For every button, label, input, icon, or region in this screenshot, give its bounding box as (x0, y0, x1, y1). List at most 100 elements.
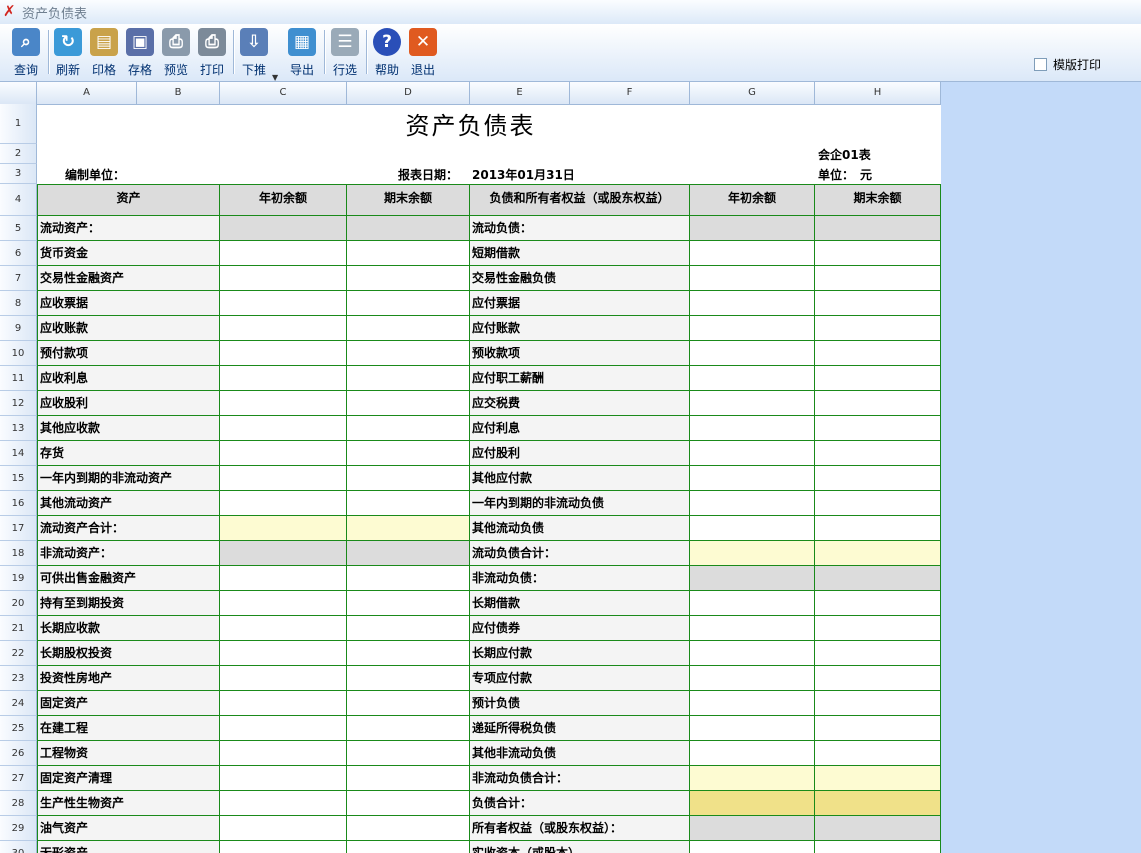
asset-item-cell[interactable]: 应收利息 (37, 366, 220, 391)
asset-opening-balance-cell[interactable] (220, 466, 347, 491)
row-header[interactable]: 4 (0, 184, 37, 216)
liability-opening-balance-cell[interactable] (690, 416, 815, 441)
liability-closing-balance-cell[interactable] (815, 741, 941, 766)
asset-item-cell[interactable]: 应收票据 (37, 291, 220, 316)
asset-opening-balance-cell[interactable] (220, 516, 347, 541)
liability-item-cell[interactable]: 其他非流动负债 (470, 741, 690, 766)
asset-closing-balance-cell[interactable] (347, 691, 470, 716)
asset-closing-balance-cell[interactable] (347, 216, 470, 241)
liability-closing-balance-cell[interactable] (815, 841, 941, 853)
liability-closing-balance-cell[interactable] (815, 316, 941, 341)
row-header[interactable]: 30 (0, 841, 37, 853)
liability-opening-balance-cell[interactable] (690, 241, 815, 266)
asset-opening-balance-cell[interactable] (220, 341, 347, 366)
liability-item-cell[interactable]: 其他应付款 (470, 466, 690, 491)
print-button[interactable]: ⎙ 打印 (193, 27, 231, 79)
asset-item-cell[interactable]: 工程物资 (37, 741, 220, 766)
row-header[interactable]: 26 (0, 741, 37, 766)
liability-closing-balance-cell[interactable] (815, 691, 941, 716)
asset-closing-balance-cell[interactable] (347, 616, 470, 641)
row-header[interactable]: 3 (0, 164, 37, 184)
row-header[interactable]: 15 (0, 466, 37, 491)
liability-opening-balance-cell[interactable] (690, 516, 815, 541)
liability-item-cell[interactable]: 其他流动负债 (470, 516, 690, 541)
column-header[interactable]: A (37, 82, 137, 104)
liability-closing-balance-cell[interactable] (815, 566, 941, 591)
asset-opening-balance-cell[interactable] (220, 266, 347, 291)
asset-opening-balance-cell[interactable] (220, 241, 347, 266)
push-down-button[interactable]: ⇩ 下推 (235, 27, 273, 79)
row-header[interactable]: 14 (0, 441, 37, 466)
row-header[interactable]: 29 (0, 816, 37, 841)
liability-item-cell[interactable]: 长期应付款 (470, 641, 690, 666)
column-header[interactable]: F (570, 82, 690, 104)
row-header[interactable]: 7 (0, 266, 37, 291)
liability-item-cell[interactable]: 应付利息 (470, 416, 690, 441)
liability-opening-balance-cell[interactable] (690, 341, 815, 366)
asset-opening-balance-cell[interactable] (220, 216, 347, 241)
liability-closing-balance-cell[interactable] (815, 591, 941, 616)
row-header[interactable]: 16 (0, 491, 37, 516)
liability-closing-balance-cell[interactable] (815, 766, 941, 791)
asset-item-cell[interactable]: 生产性生物资产 (37, 791, 220, 816)
exit-button[interactable]: ✕ 退出 (404, 27, 442, 79)
liability-closing-balance-cell[interactable] (815, 466, 941, 491)
asset-opening-balance-cell[interactable] (220, 616, 347, 641)
liability-item-cell[interactable]: 预计负债 (470, 691, 690, 716)
asset-item-cell[interactable]: 无形资产 (37, 841, 220, 853)
asset-opening-balance-cell[interactable] (220, 766, 347, 791)
liability-closing-balance-cell[interactable] (815, 441, 941, 466)
asset-closing-balance-cell[interactable] (347, 416, 470, 441)
liability-item-cell[interactable]: 流动负债合计： (470, 541, 690, 566)
row-header[interactable]: 10 (0, 341, 37, 366)
row-header[interactable]: 5 (0, 216, 37, 241)
asset-closing-balance-cell[interactable] (347, 841, 470, 853)
query-button[interactable]: ⌕ 查询 (7, 27, 45, 79)
asset-closing-balance-cell[interactable] (347, 366, 470, 391)
asset-opening-balance-cell[interactable] (220, 391, 347, 416)
asset-opening-balance-cell[interactable] (220, 416, 347, 441)
asset-item-cell[interactable]: 固定资产清理 (37, 766, 220, 791)
row-header[interactable]: 24 (0, 691, 37, 716)
liability-item-cell[interactable]: 应付账款 (470, 316, 690, 341)
row-header[interactable]: 25 (0, 716, 37, 741)
liability-item-cell[interactable]: 长期借款 (470, 591, 690, 616)
liability-opening-balance-cell[interactable] (690, 716, 815, 741)
liability-item-cell[interactable]: 交易性金融负债 (470, 266, 690, 291)
liability-item-cell[interactable]: 递延所得税负债 (470, 716, 690, 741)
liability-item-cell[interactable]: 非流动负债： (470, 566, 690, 591)
row-header[interactable]: 8 (0, 291, 37, 316)
liability-opening-balance-cell[interactable] (690, 591, 815, 616)
liability-opening-balance-cell[interactable] (690, 616, 815, 641)
liability-closing-balance-cell[interactable] (815, 416, 941, 441)
liability-opening-balance-cell[interactable] (690, 216, 815, 241)
asset-item-cell[interactable]: 其他应收款 (37, 416, 220, 441)
liability-closing-balance-cell[interactable] (815, 816, 941, 841)
liability-closing-balance-cell[interactable] (815, 391, 941, 416)
asset-closing-balance-cell[interactable] (347, 541, 470, 566)
row-header[interactable]: 17 (0, 516, 37, 541)
asset-opening-balance-cell[interactable] (220, 816, 347, 841)
asset-closing-balance-cell[interactable] (347, 241, 470, 266)
liability-closing-balance-cell[interactable] (815, 616, 941, 641)
liability-closing-balance-cell[interactable] (815, 266, 941, 291)
liability-opening-balance-cell[interactable] (690, 691, 815, 716)
liability-item-cell[interactable]: 所有者权益（或股东权益）： (470, 816, 690, 841)
asset-opening-balance-cell[interactable] (220, 316, 347, 341)
liability-opening-balance-cell[interactable] (690, 316, 815, 341)
asset-item-cell[interactable]: 流动资产： (37, 216, 220, 241)
liability-opening-balance-cell[interactable] (690, 641, 815, 666)
asset-closing-balance-cell[interactable] (347, 566, 470, 591)
liability-closing-balance-cell[interactable] (815, 716, 941, 741)
asset-closing-balance-cell[interactable] (347, 816, 470, 841)
liability-item-cell[interactable]: 实收资本（或股本） (470, 841, 690, 853)
liability-closing-balance-cell[interactable] (815, 291, 941, 316)
asset-item-cell[interactable]: 应收账款 (37, 316, 220, 341)
asset-item-cell[interactable]: 油气资产 (37, 816, 220, 841)
liability-item-cell[interactable]: 短期借款 (470, 241, 690, 266)
liability-item-cell[interactable]: 应交税费 (470, 391, 690, 416)
asset-closing-balance-cell[interactable] (347, 491, 470, 516)
asset-opening-balance-cell[interactable] (220, 366, 347, 391)
asset-item-cell[interactable]: 一年内到期的非流动资产 (37, 466, 220, 491)
row-select-button[interactable]: ☰ 行选 (326, 27, 364, 79)
